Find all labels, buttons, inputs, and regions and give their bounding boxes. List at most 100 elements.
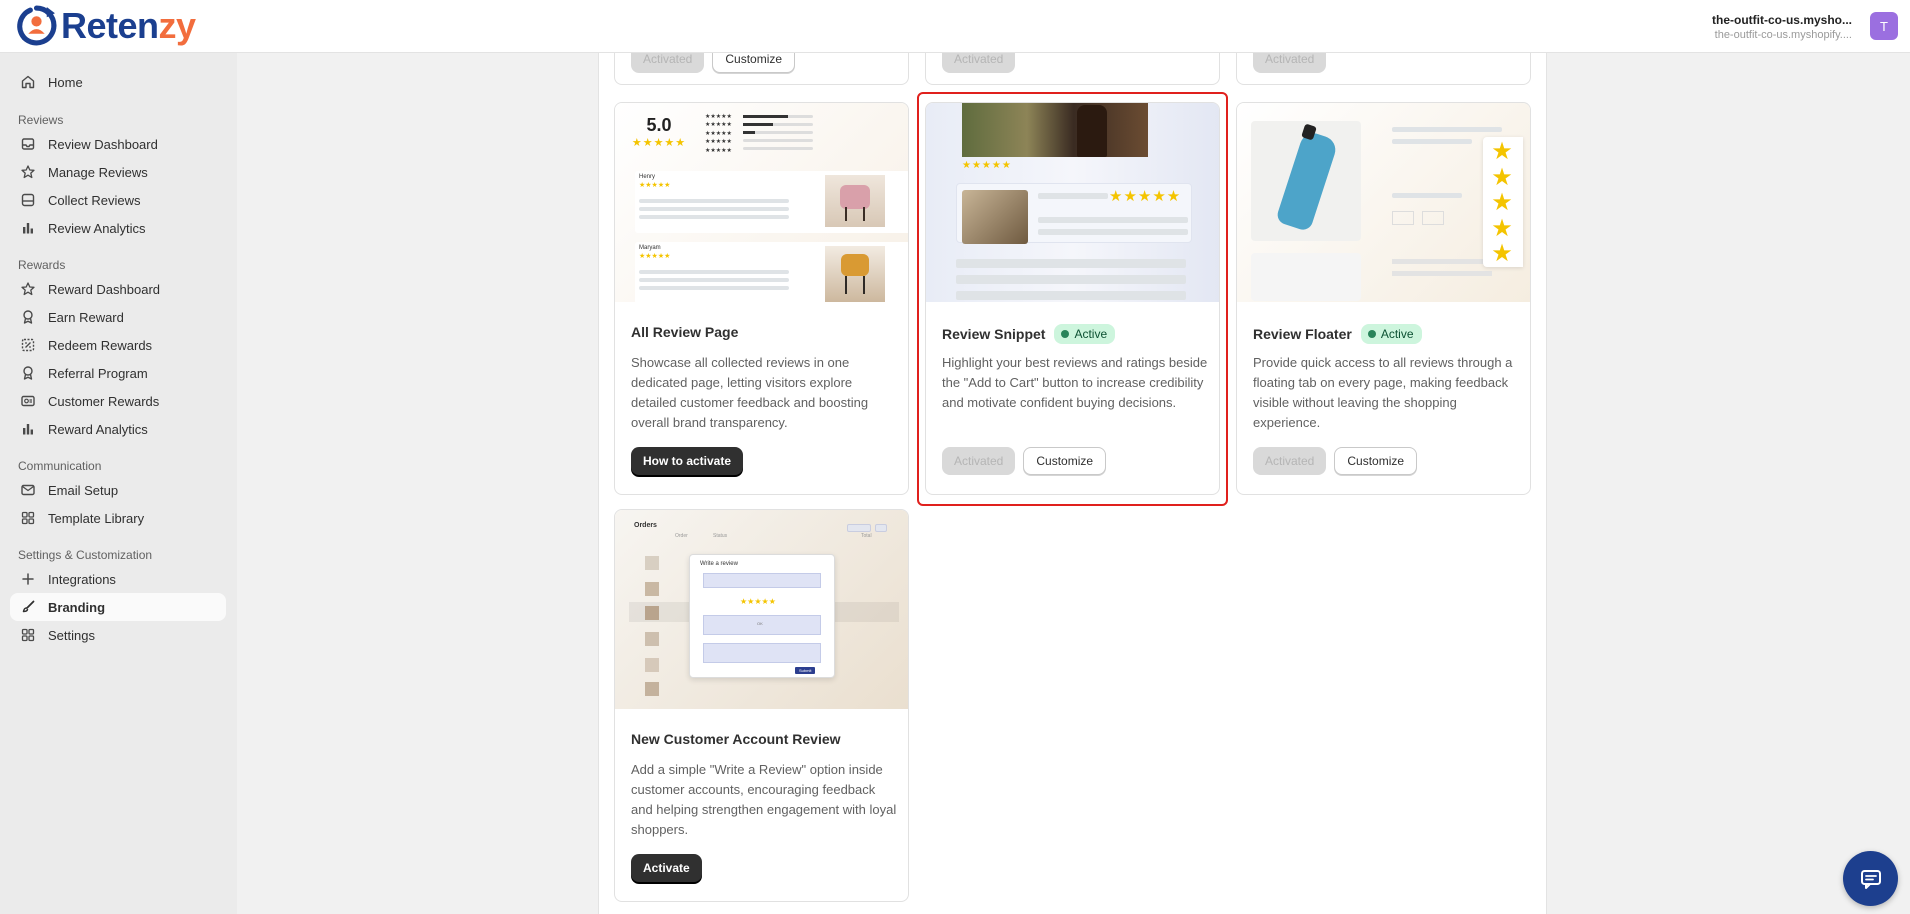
avatar[interactable]: T <box>1870 12 1898 40</box>
sidebar-item-label: Manage Reviews <box>48 164 148 180</box>
rating-breakdown: ★★★★★ ★★★★★ ★★★★★ ★★★★★ ★★★★★ <box>705 114 732 154</box>
sidebar-item-home[interactable]: Home <box>10 68 226 96</box>
customize-button[interactable]: Customize <box>1334 447 1418 475</box>
apps-icon <box>20 627 36 643</box>
widget-card-partial: Activated Customize <box>614 45 909 85</box>
widget-card-all-review-page: 5.0 ★★★★★ ★★★★★ ★★★★★ ★★★★★ ★★★★★ ★★★★★ Henr… <box>614 102 909 495</box>
section-reviews: Reviews <box>18 113 64 127</box>
card-title: Review Snippet <box>942 326 1046 342</box>
star-icon <box>20 281 36 297</box>
sidebar-item-redeem-rewards[interactable]: Redeem Rewards <box>10 331 226 359</box>
snippet-stars: ★★★★★ <box>962 160 1012 171</box>
sidebar-item-manage-reviews[interactable]: Manage Reviews <box>10 158 226 186</box>
status-label: Active <box>1074 327 1108 341</box>
sidebar-item-branding[interactable]: Branding <box>10 593 226 621</box>
sidebar-item-label: Redeem Rewards <box>48 337 153 353</box>
reviewer-name: Henry <box>639 174 656 180</box>
sidebar-item-referral-program[interactable]: Referral Program <box>10 359 226 387</box>
all-review-page-preview: 5.0 ★★★★★ ★★★★★ ★★★★★ ★★★★★ ★★★★★ ★★★★★ Henr… <box>615 103 908 302</box>
sidebar-item-label: Earn Reward <box>48 309 124 325</box>
sidebar-item-label: Referral Program <box>48 365 148 381</box>
customer-account-review-preview: Orders Order Status Total Write a review… <box>615 510 908 709</box>
gift-card-icon <box>20 393 36 409</box>
status-badge: Active <box>1360 324 1422 344</box>
sidebar-item-earn-reward[interactable]: Earn Reward <box>10 303 226 331</box>
mock-dialog-title: Write a review <box>700 561 738 567</box>
status-dot <box>1367 330 1376 338</box>
mock-rating-stars: ★★★★★ <box>740 597 776 606</box>
award-icon <box>20 365 36 381</box>
sidebar-item-template-library[interactable]: Template Library <box>10 504 226 532</box>
sidebar-item-collect-reviews[interactable]: Collect Reviews <box>10 186 226 214</box>
chat-button[interactable] <box>1843 851 1898 906</box>
store-name: the-outfit-co-us.mysho... <box>1712 13 1852 27</box>
review-snippet-preview: ★★★★★ ★★★★★ <box>926 103 1219 302</box>
card-description: Showcase all collected reviews in one de… <box>631 355 869 430</box>
widgets-panel: Activated Customize Activated Activated … <box>598 45 1547 914</box>
coupon-icon <box>20 337 36 353</box>
sidebar-item-label: Integrations <box>48 571 116 587</box>
section-communication: Communication <box>18 459 102 473</box>
review-stars: ★★★★★ <box>639 253 671 260</box>
sidebar-item-label: Template Library <box>48 510 145 526</box>
status-label: Active <box>1380 327 1414 341</box>
sidebar-item-label: Review Analytics <box>48 220 146 236</box>
sidebar-item-label: Home <box>48 74 83 90</box>
mock-ok: OK <box>757 621 763 626</box>
activate-button[interactable]: Activate <box>631 854 702 882</box>
widget-card-new-customer-account-review: Orders Order Status Total Write a review… <box>614 509 909 902</box>
sidebar-item-integrations[interactable]: Integrations <box>10 565 226 593</box>
sidebar-item-label: Reward Analytics <box>48 421 148 437</box>
card-title: All Review Page <box>631 324 739 340</box>
sidebar-item-reward-dashboard[interactable]: Reward Dashboard <box>10 275 226 303</box>
retenzy-logo-icon <box>17 5 57 46</box>
card-title: Review Floater <box>1253 326 1352 342</box>
sidebar-item-customer-rewards[interactable]: Customer Rewards <box>10 387 226 415</box>
sidebar-item-label: Email Setup <box>48 482 119 498</box>
sidebar-item-email-setup[interactable]: Email Setup <box>10 476 226 504</box>
sidebar-item-label: Review Dashboard <box>48 136 158 152</box>
store-switcher[interactable]: the-outfit-co-us.mysho... the-outfit-co-… <box>1702 13 1852 41</box>
sidebar-item-label: Reward Dashboard <box>48 281 161 297</box>
sidebar-item-review-analytics[interactable]: Review Analytics <box>10 214 226 242</box>
activated-button: Activated <box>942 447 1016 475</box>
top-bar: Retenzy the-outfit-co-us.mysho... the-ou… <box>0 0 1910 53</box>
mock-col: Order <box>675 533 688 539</box>
section-settings-customization: Settings & Customization <box>18 548 153 562</box>
card-description: Provide quick access to all reviews thro… <box>1253 355 1513 430</box>
widget-card-partial: Activated <box>925 45 1220 85</box>
widget-card-review-floater: ★ ★ ★ ★ ★ Review Floater Active Provide quic… <box>1236 102 1531 495</box>
reviewer-name: Maryam <box>639 245 661 251</box>
sidebar-item-review-dashboard[interactable]: Review Dashboard <box>10 130 226 158</box>
mock-col: Status <box>713 533 728 539</box>
logo-text-accent: zy <box>158 5 197 46</box>
home-icon <box>20 74 36 90</box>
mock-col: Total <box>861 533 872 539</box>
card-title: New Customer Account Review <box>631 731 841 747</box>
how-to-activate-button[interactable]: How to activate <box>631 447 744 475</box>
brand-logo[interactable]: Retenzy <box>16 5 196 46</box>
plus-icon <box>20 571 36 587</box>
section-rewards: Rewards <box>18 258 66 272</box>
widget-card-review-snippet: ★★★★★ ★★★★★ Review Snippet Active Highli… <box>925 102 1220 495</box>
card-description: Highlight your best reviews and ratings … <box>942 355 1208 410</box>
bar-chart-icon <box>20 421 36 437</box>
review-floater-preview: ★ ★ ★ ★ ★ <box>1237 103 1530 302</box>
sidebar-item-label: Branding <box>48 599 106 615</box>
review-stars: ★★★★★ <box>639 182 671 189</box>
logo-text-primary: Reten <box>61 5 159 46</box>
snippet-rating-stars: ★★★★★ <box>1109 188 1182 205</box>
star-icon <box>20 164 36 180</box>
preview-rating: 5.0 <box>646 115 672 135</box>
paint-brush-icon <box>20 599 36 615</box>
card-description: Add a simple "Write a Review" option ins… <box>631 762 897 837</box>
sidebar-item-reward-analytics[interactable]: Reward Analytics <box>10 415 226 443</box>
preview-stars: ★★★★★ <box>631 137 687 149</box>
email-icon <box>20 482 36 498</box>
mock-submit: Submit <box>795 667 816 674</box>
activated-button: Activated <box>1253 447 1327 475</box>
customize-button[interactable]: Customize <box>1023 447 1107 475</box>
sidebar-item-settings[interactable]: Settings <box>10 621 226 649</box>
status-dot <box>1061 330 1070 338</box>
apps-icon <box>20 510 36 526</box>
